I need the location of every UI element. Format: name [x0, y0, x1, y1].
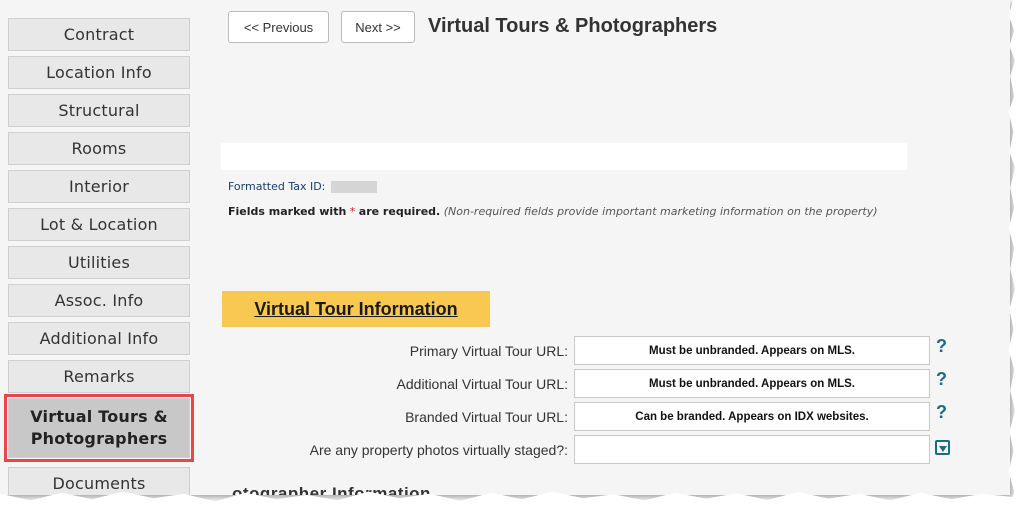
- additional-tour-row: Additional Virtual Tour URL: ?: [222, 369, 962, 399]
- virtual-tour-section-header: Virtual Tour Information: [222, 291, 490, 327]
- photographer-section-heading: otographer Information: [232, 484, 431, 495]
- sidebar-nav: Contract Location Info Structural Rooms …: [4, 18, 194, 495]
- sidebar-item-label: Lot & Location: [40, 215, 158, 234]
- sidebar-item-rooms[interactable]: Rooms: [8, 132, 190, 165]
- help-icon[interactable]: ?: [936, 402, 947, 423]
- virtually-staged-label: Are any property photos virtually staged…: [309, 442, 568, 458]
- additional-tour-label: Additional Virtual Tour URL:: [396, 376, 568, 392]
- sidebar-item-label: Utilities: [67, 253, 131, 272]
- branded-tour-row: Branded Virtual Tour URL: ?: [222, 402, 962, 432]
- sidebar-item-label: Rooms: [71, 139, 127, 158]
- sidebar-item-label: Remarks: [63, 367, 135, 386]
- primary-tour-url-input[interactable]: [574, 336, 930, 365]
- page: Contract Location Info Structural Rooms …: [0, 0, 1010, 495]
- sidebar-item-label: Location Info: [46, 63, 152, 82]
- sidebar-item-label: Additional Info: [39, 329, 159, 348]
- sidebar-item-additional-info[interactable]: Additional Info: [8, 322, 190, 355]
- page-title: Virtual Tours & Photographers: [428, 15, 718, 37]
- sidebar-item-assoc-info[interactable]: Assoc. Info: [8, 284, 190, 317]
- sidebar-item-remarks[interactable]: Remarks: [8, 360, 190, 393]
- sidebar-item-label: Documents: [52, 474, 146, 493]
- sidebar-item-utilities[interactable]: Utilities: [8, 246, 190, 279]
- sidebar-item-contract[interactable]: Contract: [8, 18, 190, 51]
- sidebar-item-label: Structural: [58, 101, 140, 120]
- virtually-staged-row: Are any property photos virtually staged…: [222, 435, 962, 465]
- tax-id-label: Formatted Tax ID:: [228, 180, 326, 193]
- sidebar-item-label: Assoc. Info: [54, 291, 144, 310]
- section-title: Virtual Tour Information: [254, 298, 458, 319]
- help-icon[interactable]: ?: [936, 369, 947, 390]
- sidebar-item-lot-location[interactable]: Lot & Location: [8, 208, 190, 241]
- sidebar-item-virtual-tours[interactable]: Virtual Tours & Photographers: [4, 394, 194, 462]
- tax-id-value-redacted: [330, 181, 377, 193]
- sidebar-item-label: Virtual Tours & Photographers: [30, 407, 168, 448]
- help-icon[interactable]: ?: [936, 336, 947, 357]
- previous-button[interactable]: << Previous: [228, 11, 329, 43]
- sidebar-item-documents[interactable]: Documents: [8, 467, 190, 495]
- sidebar-item-label: Interior: [69, 177, 129, 196]
- primary-tour-row: Primary Virtual Tour URL: ?: [222, 336, 962, 366]
- virtually-staged-select[interactable]: [574, 435, 930, 464]
- tax-id-row: Formatted Tax ID:: [228, 180, 377, 193]
- dropdown-arrow-icon[interactable]: [935, 440, 950, 455]
- non-required-note: (Non-required fields provide important m…: [443, 205, 878, 218]
- sidebar-item-location-info[interactable]: Location Info: [8, 56, 190, 89]
- sidebar-item-interior[interactable]: Interior: [8, 170, 190, 203]
- next-button[interactable]: Next >>: [341, 11, 415, 43]
- sidebar-item-label: Contract: [63, 25, 135, 44]
- branded-tour-url-input[interactable]: [574, 402, 930, 431]
- primary-tour-label: Primary Virtual Tour URL:: [409, 343, 568, 359]
- sidebar-item-structural[interactable]: Structural: [8, 94, 190, 127]
- branded-tour-label: Branded Virtual Tour URL:: [405, 409, 568, 425]
- additional-tour-url-input[interactable]: [574, 369, 930, 398]
- required-fields-note: Fields marked with * are required. (Non-…: [228, 205, 878, 218]
- required-star: *: [349, 205, 356, 218]
- banner-area: [221, 143, 907, 170]
